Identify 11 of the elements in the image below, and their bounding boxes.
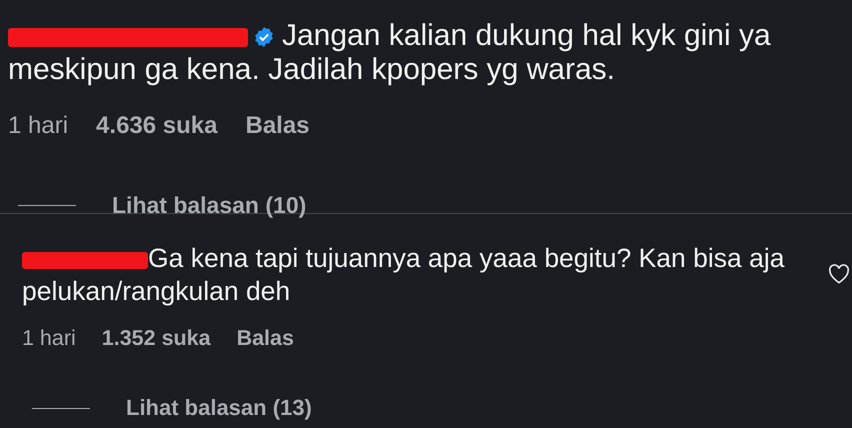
like-count: 4.636 suka — [96, 112, 218, 140]
comment-text: Jangan kalian dukung hal kyk gini ya meskipun ga kena. Jadilah kpopers yg waras. — [8, 19, 772, 87]
like-count: 1.352 suka — [102, 325, 211, 351]
comment-time: 1 hari — [8, 112, 68, 140]
comment-time: 1 hari — [22, 325, 76, 351]
view-replies-link[interactable]: Lihat balasan (13) — [126, 395, 312, 421]
reply-link[interactable]: Balas — [245, 112, 310, 140]
heart-icon[interactable] — [828, 264, 850, 284]
comment-text: Ga kena tapi tujuannya apa yaaa begitu? Kan bisa aja pelukan/rangkulan deh — [22, 242, 786, 308]
reply-link[interactable]: Balas — [236, 325, 294, 351]
view-replies-link[interactable]: Lihat balasan (10) — [112, 194, 306, 216]
